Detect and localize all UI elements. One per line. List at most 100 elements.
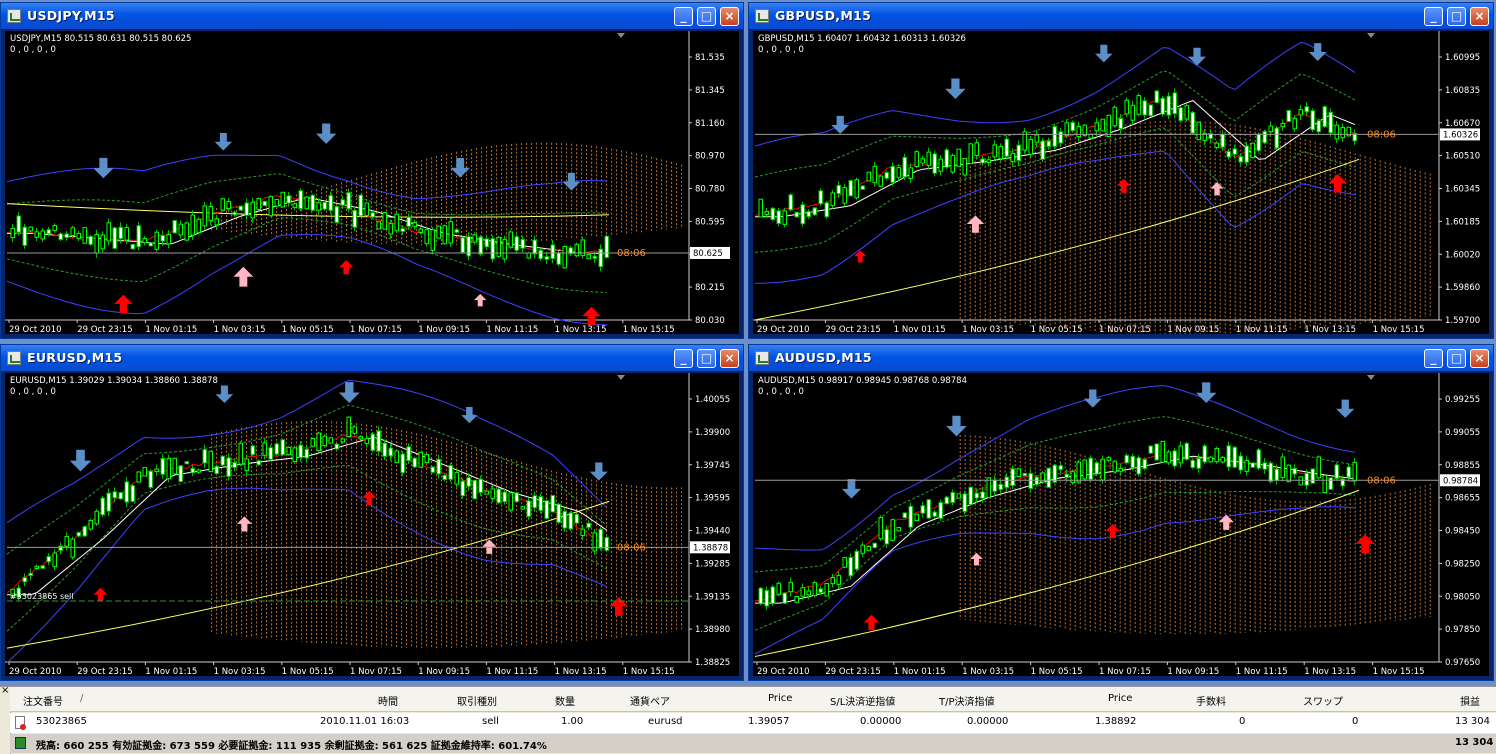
col-symbol[interactable]: 通貨ペア [630,693,670,708]
candle-body [226,457,231,477]
col-profit[interactable]: 損益 [1460,693,1480,708]
chart-area[interactable]: 1.60995 1.60835 1.60670 1.60510 1.60345 1.601… [753,31,1491,336]
candle-body [574,243,579,257]
candle-body [1022,472,1027,477]
candle-body [944,149,949,168]
maximize-button[interactable]: □ [1447,7,1466,26]
window-titlebar[interactable]: EURUSD,M15 _ □ × [1,345,743,371]
candle-body [866,545,871,551]
candle-body [334,443,339,450]
sell-signal-arrow-icon [831,115,850,134]
window-usdjpy[interactable]: USDJPY,M15 _ □ × 81.535 81.345 81.160 80.97… [0,2,744,339]
minimize-button[interactable]: _ [674,7,693,26]
cell-commission: 0 [1239,716,1246,727]
time-label: 1 Nov 15:15 [1373,667,1425,677]
candle-body [1076,461,1081,483]
maximize-button[interactable]: □ [697,7,716,26]
candle-body [142,466,147,477]
col-ticket[interactable]: 注文番号 [23,693,63,708]
col-sl[interactable]: S/L決済逆指値 [830,693,895,708]
maximize-button[interactable]: □ [697,349,716,368]
col-type[interactable]: 取引種別 [457,693,497,708]
close-button[interactable]: × [1470,349,1489,368]
candle-body [1028,138,1033,155]
sell-signal-arrow-icon [461,406,478,424]
minimize-button[interactable]: _ [1424,349,1443,368]
cell-profit: 13 304 [1455,716,1490,727]
col-tp[interactable]: T/P決済指値 [939,693,995,708]
candle-body [46,229,51,235]
close-button[interactable]: × [1470,7,1489,26]
price-chart[interactable]: 81.53581.34581.16080.97080.78080.59580.4… [5,31,741,336]
time-label: 1 Nov 03:15 [962,667,1014,677]
candle-body [890,165,895,183]
candle-body [1328,111,1333,134]
candle-body [770,207,775,221]
bar-timer: 08:06 [617,542,646,553]
window-gbpusd[interactable]: GBPUSD,M15 _ □ × 1.60995 1.60835 1.60670 1.… [748,2,1494,339]
close-button[interactable]: × [720,7,739,26]
col-swap[interactable]: スワップ [1303,693,1343,708]
candle-body [1040,140,1045,160]
close-button[interactable]: × [720,349,739,368]
candle-body [118,492,123,500]
candle-body [992,144,997,158]
price-chart[interactable]: 0.99255 0.99055 0.98855 0.98655 0.98450 0.982… [753,373,1491,678]
candle-body [172,220,177,234]
buy-signal-arrow-icon [863,614,880,631]
window-audusd[interactable]: AUDUSD,M15 _ □ × 0.99255 0.99055 0.98855 0.… [748,344,1494,681]
time-label: 29 Oct 2010 [9,325,62,335]
candle-body [352,426,357,434]
col-current-price[interactable]: Price [1108,693,1132,704]
window-titlebar[interactable]: USDJPY,M15 _ □ × [1,3,743,29]
candle-body [1310,110,1315,131]
col-commission[interactable]: 手数料 [1196,693,1226,708]
terminal-close-icon[interactable]: × [1,685,9,696]
candle-body [340,438,345,443]
buy-signal-arrow-icon [114,294,133,314]
candle-body [286,195,291,204]
window-eurusd[interactable]: EURUSD,M15 _ □ × 1.40055 1.39900 1.39745 1.… [0,344,744,681]
candle-body [902,156,907,178]
sell-signal-arrow-icon [316,123,337,144]
candle-body [1106,114,1111,138]
bollinger-inner-upper [6,404,608,555]
maximize-button[interactable]: □ [1447,349,1466,368]
col-time[interactable]: 時間 [378,693,398,708]
candle-body [860,185,865,190]
col-sort[interactable]: / [80,693,83,704]
candle-body [794,211,799,218]
candle-body [1178,445,1183,464]
candle-body [346,192,351,210]
candle-body [124,481,129,503]
price-chart[interactable]: 1.60995 1.60835 1.60670 1.60510 1.60345 1.601… [753,31,1491,336]
chart-area[interactable]: 0.99255 0.99055 0.98855 0.98655 0.98450 0.982… [753,373,1491,678]
candle-body [124,226,129,241]
window-titlebar[interactable]: GBPUSD,M15 _ □ × [749,3,1493,29]
chart-area[interactable]: 1.40055 1.39900 1.39745 1.39595 1.39440 1.392… [5,373,741,678]
candle-body [232,461,237,469]
candle-body [1352,461,1357,482]
time-label: 1 Nov 01:15 [894,667,946,677]
candle-body [788,194,793,211]
price-label: 1.60670 [1445,119,1480,129]
minimize-button[interactable]: _ [1424,7,1443,26]
minimize-button[interactable]: _ [674,349,693,368]
candle-body [82,227,87,244]
price-chart[interactable]: 1.40055 1.39900 1.39745 1.39595 1.39440 1.392… [5,373,741,678]
candle-body [818,190,823,205]
col-size[interactable]: 数量 [555,693,575,708]
balance-icon [15,737,26,749]
candle-body [884,171,889,179]
candle-body [514,236,519,251]
price-label: 80.215 [695,283,725,293]
col-price[interactable]: Price [768,693,792,704]
candle-body [118,226,123,240]
chart-area[interactable]: 81.53581.34581.16080.97080.78080.59580.4… [5,31,741,336]
candle-body [950,491,955,503]
time-label: 1 Nov 05:15 [282,667,334,677]
window-titlebar[interactable]: AUDUSD,M15 _ □ × [749,345,1493,371]
candle-body [1286,109,1291,123]
candle-body [82,526,87,537]
trade-row[interactable]: 53023865 2010.11.01 16:03 sell 1.00 euru… [10,713,1496,733]
